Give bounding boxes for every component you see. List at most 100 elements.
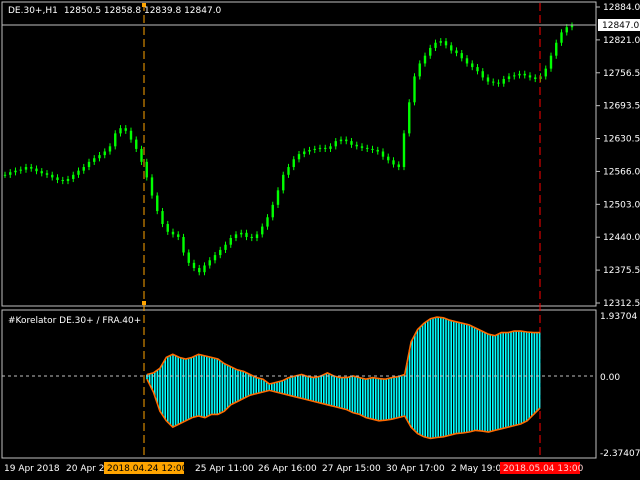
candle-body: [544, 68, 547, 77]
candle-body: [287, 167, 290, 175]
candle-body: [166, 224, 169, 232]
candle-body: [187, 252, 190, 263]
time-label: 30 Apr 17:00: [386, 464, 445, 474]
candle-body: [502, 78, 505, 84]
time-label: 2 May 19:00: [451, 464, 507, 474]
candle-body: [292, 159, 295, 168]
candle-body: [408, 102, 411, 134]
candle-body: [381, 151, 385, 157]
candle-body: [56, 177, 59, 180]
candle-body: [360, 146, 364, 148]
candle-body: [203, 265, 206, 273]
candle-body: [108, 146, 112, 152]
candle-body: [276, 190, 280, 205]
candle-body: [3, 174, 7, 176]
candle-body: [560, 32, 563, 43]
candle-body: [355, 144, 358, 147]
chart-symbol-title: DE.30+,H1 12850.5 12858.8 12839.8 12847.0: [8, 6, 222, 16]
price-label: 12440.0: [603, 233, 640, 243]
candle-body: [261, 226, 264, 235]
candle-body: [198, 268, 201, 273]
price-label: 12884.0: [603, 3, 640, 13]
price-label: 12375.5: [603, 266, 640, 276]
current-price-label: 12847.0: [602, 21, 639, 31]
candle-body: [497, 82, 500, 84]
indicator-min-label: -2.37407: [600, 449, 640, 459]
candle-body: [145, 161, 148, 178]
time-highlight-right: 2018.05.04 13:00: [503, 464, 584, 474]
candle-body: [271, 204, 274, 218]
candle-body: [324, 147, 327, 149]
time-label: 25 Apr 11:00: [195, 464, 254, 474]
candle-body: [150, 177, 154, 196]
candle-body: [350, 141, 353, 145]
candle-body: [329, 146, 332, 149]
candle-body: [45, 173, 49, 175]
candle-body: [66, 178, 70, 182]
candle-body: [486, 77, 490, 82]
candle-body: [192, 262, 196, 269]
candle-body: [402, 133, 406, 168]
candle-body: [103, 151, 106, 156]
candle-body: [297, 154, 301, 160]
price-label: 12756.5: [603, 69, 640, 79]
candle-body: [77, 170, 80, 175]
indicator-title: #Korelator DE.30+ / FRA.40+: [8, 316, 141, 326]
candle-body: [156, 195, 159, 212]
candle-body: [24, 167, 28, 170]
candle-body: [161, 211, 164, 225]
price-label: 12566.0: [603, 167, 640, 177]
candle-body: [376, 149, 379, 152]
price-axis[interactable]: 12821.0 12756.5 12693.5 12630.5 12566.0 12503…: [596, 3, 640, 309]
indicator-zero-label: 0.00: [600, 373, 620, 383]
candle-body: [492, 81, 495, 83]
time-axis[interactable]: 19 Apr 2018 20 Apr 2 2018.04.24 12:00 25…: [4, 462, 584, 474]
candle-body: [51, 174, 54, 178]
chart-root: DE.30+,H1 12850.5 12858.8 12839.8 12847.0…: [1, 1, 640, 474]
indicator-max-label: 1.93704: [600, 312, 637, 322]
candle-body: [87, 161, 91, 168]
candle-body: [366, 147, 369, 149]
candle-body: [455, 50, 458, 54]
marker-anchor-bottom[interactable]: [142, 301, 146, 305]
price-label: 12821.0: [603, 36, 640, 46]
candle-body: [35, 168, 38, 172]
candle-body: [507, 76, 511, 79]
candle-body: [387, 156, 390, 161]
candle-body: [450, 45, 453, 51]
candle-body: [413, 76, 416, 103]
candle-body: [234, 234, 238, 238]
candle-body: [255, 234, 259, 238]
candle-body: [444, 41, 448, 46]
candle-body: [129, 130, 133, 140]
candle-body: [182, 236, 185, 253]
candle-body: [40, 171, 43, 174]
candle-body: [19, 169, 22, 171]
price-label: 12693.5: [603, 102, 640, 112]
candle-body: [397, 164, 400, 168]
candle-body: [339, 139, 343, 142]
candle-body: [523, 73, 526, 76]
candle-body: [30, 167, 33, 169]
candle-body: [345, 139, 348, 142]
candle-body: [93, 158, 96, 162]
candle-body: [570, 25, 574, 28]
candle-body: [555, 42, 558, 56]
candle-body: [439, 41, 442, 43]
candle-body: [434, 42, 437, 48]
candle-body: [82, 167, 85, 171]
candle-body: [481, 71, 484, 78]
candle-body: [9, 172, 12, 175]
candle-body: [177, 234, 180, 237]
candle-body: [513, 75, 516, 77]
time-label: 19 Apr 2018: [4, 464, 60, 474]
candle-body: [72, 174, 75, 179]
candle-body: [476, 67, 479, 72]
candle-body: [418, 63, 421, 77]
price-label: 12312.5: [603, 299, 640, 309]
candle-body: [465, 58, 469, 64]
candle-body: [518, 73, 521, 76]
candle-body: [124, 128, 127, 131]
candle-body: [245, 232, 248, 237]
price-label: 12630.5: [603, 135, 640, 145]
